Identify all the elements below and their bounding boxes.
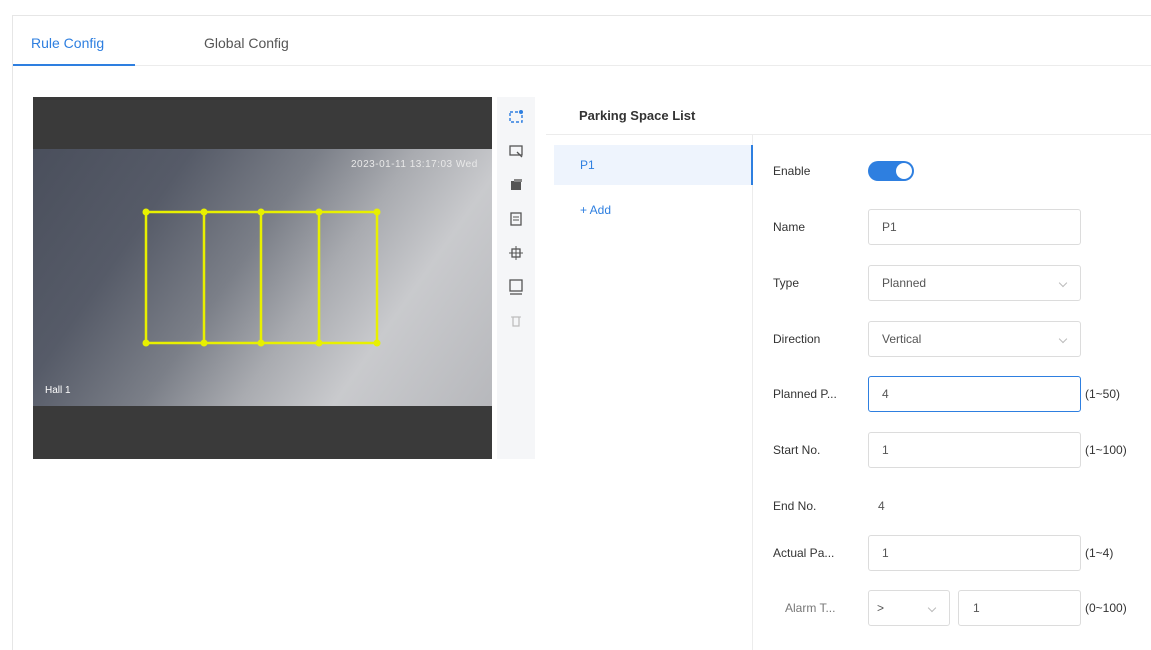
parking-space-grid <box>144 210 379 345</box>
rule-handle <box>373 339 381 347</box>
name-row: Name P1 <box>773 209 1151 245</box>
alarm-threshold-input[interactable]: 1 <box>958 590 1081 626</box>
toggle-knob <box>896 163 912 179</box>
page-left-border <box>12 15 13 650</box>
direction-row: Direction Vertical <box>773 321 1151 357</box>
end-no-row: End No. 4 <box>773 488 1151 524</box>
alarm-operator-select[interactable]: > <box>868 590 950 626</box>
rule-handle <box>315 339 323 347</box>
delete-icon[interactable] <box>506 311 526 331</box>
parking-space-rule-overlay[interactable] <box>33 97 492 459</box>
fullscreen-area-icon[interactable] <box>506 277 526 297</box>
enable-toggle[interactable] <box>868 161 914 181</box>
parking-space-list-header: Parking Space List <box>546 97 1151 135</box>
rule-handle <box>315 208 323 216</box>
type-select[interactable]: Planned <box>868 265 1081 301</box>
rule-handle <box>200 339 208 347</box>
alarm-threshold-row: Alarm T... > 1 (0~100) <box>773 590 1151 626</box>
end-no-label: End No. <box>773 499 817 513</box>
direction-label: Direction <box>773 332 821 346</box>
rule-handle <box>373 208 381 216</box>
type-label: Type <box>773 276 800 290</box>
enable-row: Enable <box>773 153 1151 189</box>
direction-select[interactable]: Vertical <box>868 321 1081 357</box>
drawing-toolbar <box>497 97 535 459</box>
video-preview[interactable]: 2023-01-11 13:17:03 Wed Hall 1 <box>33 97 492 459</box>
parking-space-item-p1[interactable]: P1 <box>554 145 753 185</box>
active-tab-indicator <box>13 64 135 66</box>
actual-parking-range: (1~4) <box>1085 546 1114 560</box>
tab-bar: Rule Config Global Config <box>13 22 1151 66</box>
rule-handle <box>142 339 150 347</box>
actual-parking-label: Actual Pa... <box>773 546 835 560</box>
name-input[interactable]: P1 <box>868 209 1081 245</box>
end-no-value: 4 <box>878 499 885 513</box>
type-row: Type Planned <box>773 265 1151 301</box>
actual-parking-row: Actual Pa... 1 (1~4) <box>773 535 1151 571</box>
page-top-border <box>12 15 1151 16</box>
planned-parking-range: (1~50) <box>1085 387 1121 401</box>
rule-handle <box>257 208 265 216</box>
name-label: Name <box>773 220 806 234</box>
enable-label: Enable <box>773 164 811 178</box>
start-no-row: Start No. 1 (1~100) <box>773 432 1151 468</box>
rule-handle <box>200 208 208 216</box>
alarm-threshold-range: (0~100) <box>1085 601 1127 615</box>
start-no-input[interactable]: 1 <box>868 432 1081 468</box>
planned-parking-label: Planned P... <box>773 387 837 401</box>
parking-space-list: P1 + Add <box>546 135 753 650</box>
planned-parking-row: Planned P... 4 (1~50) <box>773 376 1151 412</box>
tab-rule-config[interactable]: Rule Config <box>31 22 104 66</box>
actual-parking-input[interactable]: 1 <box>868 535 1081 571</box>
parking-space-list-title: Parking Space List <box>579 108 696 123</box>
adjust-area-icon[interactable] <box>506 243 526 263</box>
rule-handle <box>257 339 265 347</box>
add-parking-space-button[interactable]: + Add <box>580 203 611 217</box>
draw-rule-icon[interactable] <box>506 141 526 161</box>
alarm-threshold-label: Alarm T... <box>785 601 836 615</box>
rule-handle <box>142 208 150 216</box>
copy-icon[interactable] <box>506 209 526 229</box>
planned-parking-input[interactable]: 4 <box>868 376 1081 412</box>
tab-global-config[interactable]: Global Config <box>204 22 289 66</box>
start-no-label: Start No. <box>773 443 821 457</box>
clear-icon[interactable] <box>506 175 526 195</box>
draw-area-icon[interactable] <box>506 107 526 127</box>
start-no-range: (1~100) <box>1085 443 1127 457</box>
